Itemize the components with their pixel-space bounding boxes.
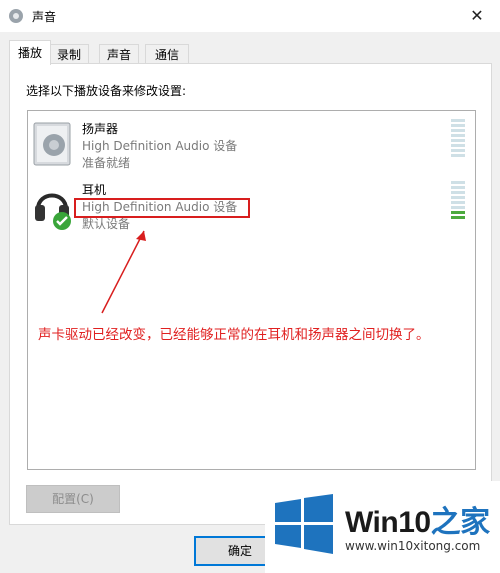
tab-recording[interactable]: 录制 [49, 44, 89, 65]
brand-title: Win10之家 [345, 497, 490, 541]
tab-playback[interactable]: 播放 [9, 40, 51, 65]
device-list: 扬声器 High Definition Audio 设备 准备就绪 耳机 Hig… [27, 110, 476, 470]
playback-panel: 选择以下播放设备来修改设置: 扬声器 High Definition Audio… [9, 63, 492, 525]
close-button[interactable]: ✕ [454, 0, 500, 32]
brand-url: www.win10xitong.com [345, 539, 481, 553]
annotation-text: 声卡驱动已经改变，已经能够正常的在耳机和扬声器之间切换了。 [38, 327, 430, 343]
brand-right: 之家 [430, 506, 491, 539]
title-bar: 声音 ✕ [0, 0, 500, 32]
instruction-text: 选择以下播放设备来修改设置: [26, 84, 187, 98]
win10-watermark: Win10之家 www.win10xitong.com [265, 481, 500, 573]
window-title: 声音 [32, 10, 57, 24]
brand-left: Win10 [345, 506, 431, 539]
tab-sounds[interactable]: 声音 [99, 44, 139, 65]
windows-logo-icon [273, 493, 335, 555]
speaker-app-icon [8, 8, 24, 24]
configure-button[interactable]: 配置(C) [26, 485, 120, 513]
annotation-arrow-icon [101, 230, 146, 314]
tab-communications[interactable]: 通信 [145, 44, 189, 65]
